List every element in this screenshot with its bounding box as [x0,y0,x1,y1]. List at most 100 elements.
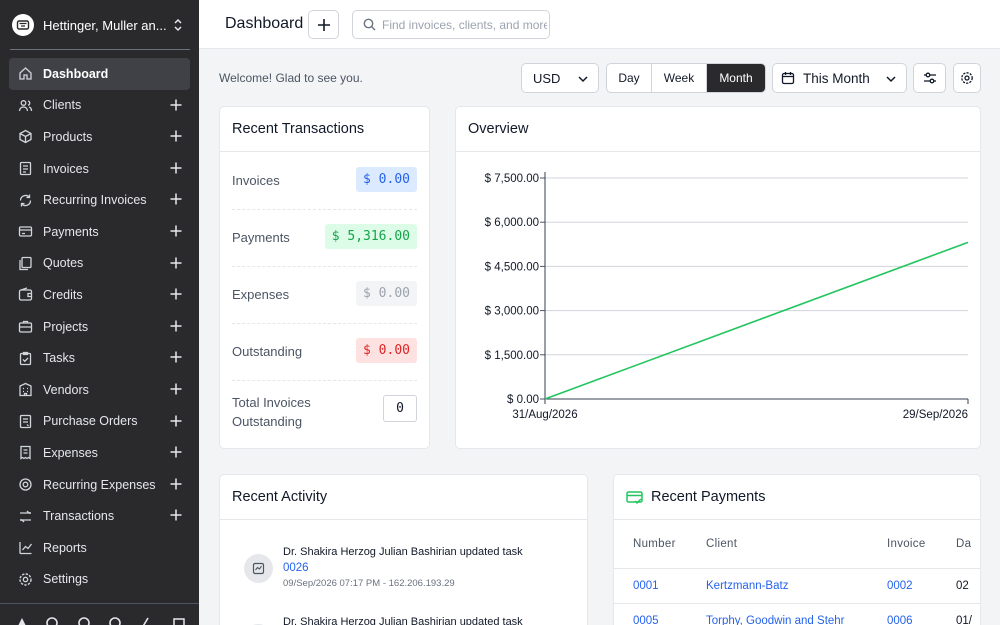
plus-icon[interactable] [169,98,183,112]
footer-icon-4[interactable] [108,616,122,625]
total-outstanding-label: Total Invoices Outstanding [232,395,311,429]
sidebar-item-reports[interactable]: Reports [9,532,190,564]
sidebar-item-label: Purchase Orders [43,414,138,429]
transaction-row-outstanding: Outstanding $ 0.00 [232,324,417,381]
period-week-button[interactable]: Week [652,64,707,92]
column-header[interactable]: Invoice [887,521,956,569]
sidebar-item-label: Expenses [43,445,98,460]
payment-client-link[interactable]: Kertzmann-Batz [706,568,887,604]
plus-icon[interactable] [169,414,183,428]
transaction-row-payments: Payments $ 5,316.00 [232,210,417,267]
sidebar-item-payments[interactable]: Payments [9,216,190,248]
y-tick-label: $ 3,000.00 [485,306,539,318]
customize-dashboard-button[interactable] [913,63,946,93]
activity-text: Dr. Shakira Herzog Julian Bashirian upda… [283,546,523,558]
gear-icon [17,571,33,587]
plus-icon[interactable] [169,508,183,522]
footer-icon-3[interactable] [77,616,91,625]
sidebar-nav: Dashboard Clients Products Invoices Recurrin… [9,58,190,595]
file-invoice-icon [17,161,33,177]
chart-icon [17,540,33,556]
sidebar-item-purchase-orders[interactable]: Purchase Orders [9,406,190,438]
company-switcher[interactable]: Hettinger, Muller an... [12,10,190,40]
plus-icon[interactable] [169,445,183,459]
x-tick-label: 31/Aug/2026 [512,409,577,421]
period-toggle: Day Week Month [606,63,766,93]
transactions-icon [17,508,33,524]
sidebar-item-label: Credits [43,287,83,302]
sidebar-item-label: Recurring Expenses [43,477,156,492]
plus-icon[interactable] [169,319,183,333]
sidebar-item-invoices[interactable]: Invoices [9,153,190,185]
chevron-down-icon [886,76,896,83]
dashboard-settings-button[interactable] [953,63,981,93]
recent-payments-header: Recent Payments [614,475,980,520]
sidebar-item-products[interactable]: Products [9,121,190,153]
activity-link[interactable]: 0026 [283,562,309,574]
payment-number-link[interactable]: 0001 [614,568,706,604]
transaction-label: Outstanding [232,344,303,359]
welcome-message: Welcome! Glad to see you. [219,71,363,85]
plus-icon[interactable] [169,129,183,143]
payment-invoice-link[interactable]: 0002 [887,568,956,604]
plus-icon[interactable] [169,224,183,238]
sidebar-item-settings[interactable]: Settings [9,564,190,596]
transaction-value: $ 0.00 [356,167,417,192]
transaction-label: Payments [232,230,290,245]
period-month-button[interactable]: Month [707,64,765,92]
sidebar-item-vendors[interactable]: Vendors [9,374,190,406]
series-line [544,241,969,400]
quick-add-button[interactable] [308,10,339,39]
search-box[interactable] [352,10,550,39]
sidebar-item-dashboard[interactable]: Dashboard [9,58,190,90]
sidebar-item-recurring-expenses[interactable]: Recurring Expenses [9,469,190,501]
column-header[interactable]: Number [614,521,706,569]
search-input[interactable] [382,17,547,32]
currency-select[interactable]: USD [521,63,599,93]
y-tick-label: $ 4,500.00 [485,261,539,273]
footer-icon-6[interactable] [172,616,186,625]
column-header[interactable]: Client [706,521,887,569]
plus-icon[interactable] [169,161,183,175]
sidebar-item-quotes[interactable]: Quotes [9,248,190,280]
table-row[interactable]: 0005 Torphy, Goodwin and Stehr 0006 01/ [614,603,980,625]
payment-number-link[interactable]: 0005 [614,603,706,625]
top-bar: Dashboard [199,0,1000,49]
plus-icon[interactable] [169,382,183,396]
sidebar-item-recurring-invoices[interactable]: Recurring Invoices [9,184,190,216]
period-day-button[interactable]: Day [607,64,652,92]
plus-icon[interactable] [169,287,183,301]
footer-icon-2[interactable] [45,616,59,625]
footer-icon-5[interactable] [138,616,152,625]
company-name: Hettinger, Muller an... [43,17,167,33]
sidebar-item-clients[interactable]: Clients [9,90,190,122]
payment-invoice-link[interactable]: 0006 [887,603,956,625]
payment-client-link[interactable]: Torphy, Goodwin and Stehr [706,603,887,625]
recent-activity-title: Recent Activity [220,475,587,520]
sidebar-item-projects[interactable]: Projects [9,311,190,343]
sidebar-item-credits[interactable]: Credits [9,279,190,311]
task-icon [252,562,265,575]
sidebar-item-label: Payments [43,224,99,239]
sidebar-item-label: Recurring Invoices [43,193,147,208]
footer-icon-1[interactable] [15,616,29,625]
plus-icon[interactable] [169,477,183,491]
plus-icon[interactable] [169,350,183,364]
receipt-icon [17,445,33,461]
chevron-down-icon [578,76,588,83]
table-row[interactable]: 0001 Kertzmann-Batz 0002 02 [614,568,980,604]
transaction-value: $ 0.00 [356,281,417,306]
files-icon [17,255,33,271]
sidebar-item-transactions[interactable]: Transactions [9,500,190,532]
plus-icon[interactable] [169,192,183,206]
sidebar-item-expenses[interactable]: Expenses [9,437,190,469]
gear-icon [961,72,973,84]
date-range-select[interactable]: This Month [772,63,907,93]
plus-icon[interactable] [169,256,183,270]
overview-card: Overview $ 0.00 $ 1,500.00 $ 3,000.00 $ 4,5… [455,106,981,449]
sidebar-item-tasks[interactable]: Tasks [9,342,190,374]
transaction-row-total: Total Invoices Outstanding 0 [232,381,417,438]
column-header[interactable]: Da [956,521,980,569]
repeat-icon [17,192,33,208]
recent-transactions-title: Recent Transactions [220,107,429,152]
